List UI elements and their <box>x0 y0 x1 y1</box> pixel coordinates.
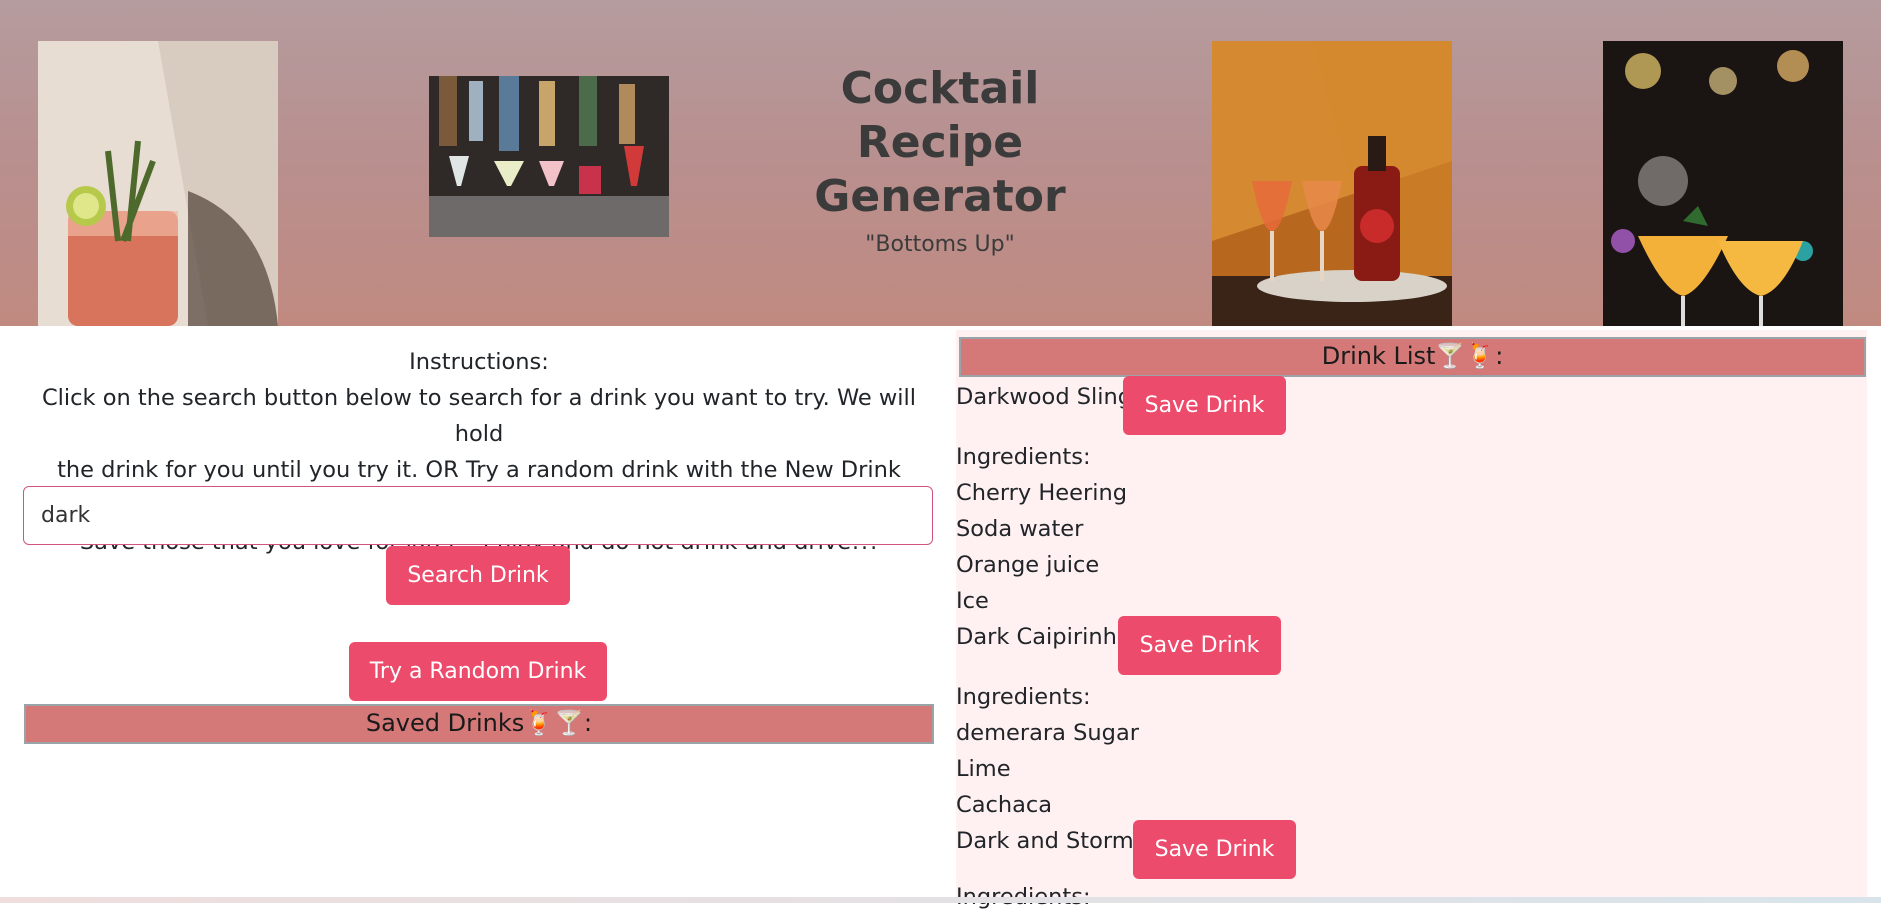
saved-drinks-heading: Saved Drinks🍹🍸: <box>24 704 934 744</box>
bottle-and-glasses-photo <box>1212 41 1452 326</box>
ingredient-item: Orange juice <box>956 552 1100 578</box>
drink-list-panel[interactable] <box>956 330 1867 903</box>
save-drink-button[interactable]: Save Drink <box>1123 376 1286 435</box>
title-line: Recipe <box>856 117 1024 168</box>
drink-list-heading: Drink List🍸🍹: <box>959 337 1866 377</box>
search-input[interactable] <box>23 486 933 545</box>
bar-glasses-photo <box>429 76 669 237</box>
save-drink-button[interactable]: Save Drink <box>1118 616 1281 675</box>
save-drink-button[interactable]: Save Drink <box>1133 820 1296 879</box>
ingredient-item: demerara Sugar <box>956 720 1139 746</box>
ingredients-label: Ingredients: <box>956 684 1091 710</box>
drink-name: Darkwood Sling <box>956 384 1133 410</box>
ingredient-item: Cherry Heering <box>956 480 1128 506</box>
ingredients-label: Ingredients: <box>956 444 1091 470</box>
ingredient-item: Lime <box>956 756 1011 782</box>
margarita-photo <box>1603 41 1843 326</box>
ingredient-item: Ice <box>956 588 989 614</box>
ingredient-item: Cachaca <box>956 792 1053 818</box>
drink-name: Dark and Stormy <box>956 828 1147 854</box>
search-drink-button[interactable]: Search Drink <box>386 546 570 605</box>
random-drink-button[interactable]: Try a Random Drink <box>349 642 607 701</box>
page-subtitle: "Bottoms Up" <box>865 232 1015 257</box>
page-title: Cocktail Recipe Generator <box>760 62 1120 224</box>
title-line: Cocktail <box>840 63 1040 114</box>
ingredient-item: Soda water <box>956 516 1084 542</box>
instructions-line: Click on the search button below to sear… <box>41 385 917 447</box>
drink-name: Dark Caipirinha <box>956 624 1131 650</box>
title-block: Cocktail Recipe Generator "Bottoms Up" <box>760 62 1120 257</box>
title-line: Generator <box>814 171 1066 222</box>
instructions-heading: Instructions: <box>409 349 549 375</box>
bottom-edge <box>0 897 1881 903</box>
header-banner: Cocktail Recipe Generator "Bottoms Up" <box>0 0 1881 326</box>
cocktail-rosemary-photo <box>38 41 278 326</box>
